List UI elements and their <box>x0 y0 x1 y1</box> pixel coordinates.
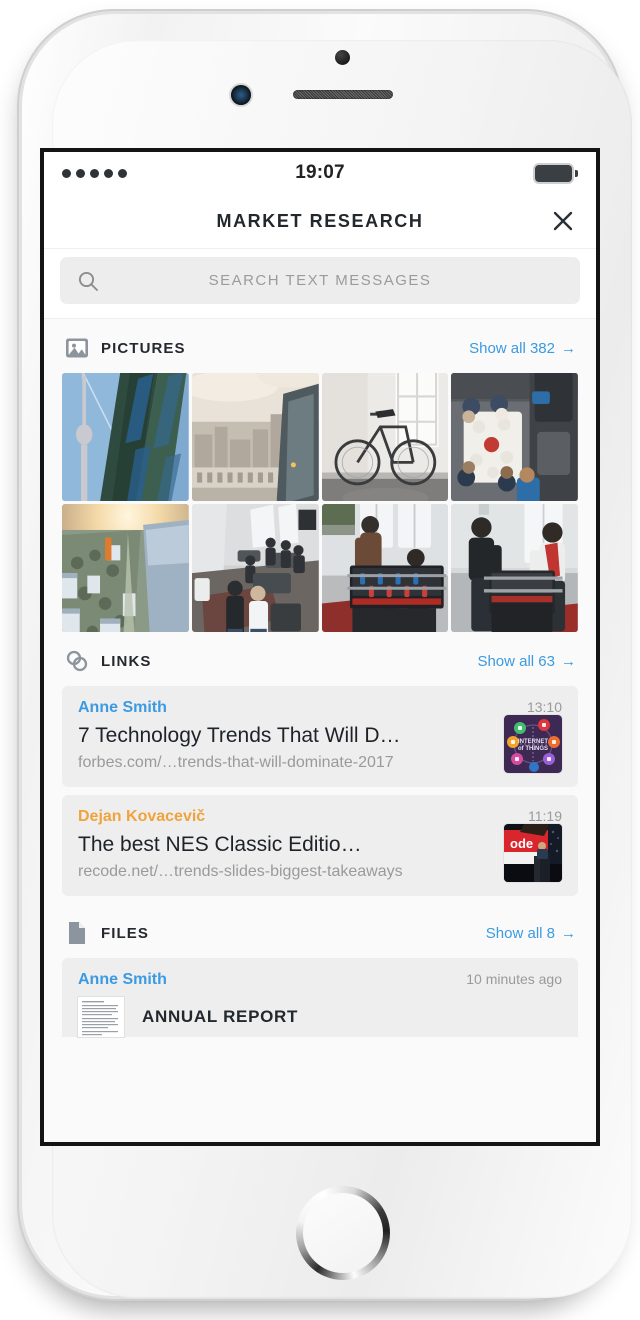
links-section-title: LINKS <box>101 652 152 670</box>
files-section-header: FILES Show all 8 → <box>44 904 596 958</box>
photo-thumbnail[interactable] <box>451 373 578 501</box>
status-bar-time: 19:07 <box>295 162 345 183</box>
files-section-title: FILES <box>101 924 150 942</box>
file-name: ANNUAL REPORT <box>142 1007 299 1026</box>
search-input[interactable]: SEARCH TEXT MESSAGES <box>60 257 580 304</box>
pictures-section-header: PICTURES Show all 382 → <box>44 319 596 373</box>
search-placeholder: SEARCH TEXT MESSAGES <box>208 272 432 289</box>
links-section-header: LINKS Show all 63 → <box>44 632 596 686</box>
recode-conference-stage-image: ode <box>504 824 562 882</box>
photo-thumbnail[interactable] <box>62 373 189 501</box>
photo-thumbnail[interactable] <box>62 504 189 632</box>
title-bar: MARKET RESEARCH <box>44 194 596 249</box>
foosball-players-office-image <box>451 504 578 632</box>
close-button[interactable] <box>546 204 580 238</box>
photo-thumbnail[interactable] <box>191 504 319 632</box>
file-sender-name: Anne Smith <box>78 971 167 988</box>
tv-tower-glass-facade-image <box>62 373 189 501</box>
link-thumbnail[interactable]: INTERNET of THINGS <box>504 715 562 773</box>
svg-text:ode: ode <box>510 836 533 851</box>
pictures-show-all-link[interactable]: Show all 382 → <box>469 340 576 357</box>
file-row: ANNUAL REPORT <box>78 997 562 1037</box>
earpiece-speaker-icon <box>293 90 393 99</box>
link-sender-name: Anne Smith <box>78 699 167 716</box>
home-button-inner <box>303 1193 383 1273</box>
front-camera-icon <box>231 85 251 105</box>
link-url: recode.net/…trends-slides-biggest-takeaw… <box>78 863 403 880</box>
link-card-header: Anne Smith 13:10 <box>78 699 562 717</box>
arrow-right-icon: → <box>561 339 576 357</box>
link-timestamp: 13:10 <box>526 699 562 715</box>
aerial-sunset-city-image <box>62 504 189 632</box>
link-title: 7 Technology Trends That Will D… <box>78 724 401 747</box>
picture-grid <box>44 373 596 632</box>
link-icon-container <box>64 648 90 674</box>
pictures-show-all-label: Show all 382 <box>469 339 555 357</box>
link-card[interactable]: Dejan Kovacevič 11:19 The best NES Class… <box>62 795 578 896</box>
picture-icon-container <box>64 335 90 361</box>
home-button[interactable] <box>296 1186 390 1280</box>
photo-thumbnail[interactable] <box>451 504 578 632</box>
foosball-players-two-image <box>321 504 449 632</box>
phone-screen: 19:07 MARKET RESEARCH SEARCH TEXT MESSAG… <box>44 152 596 1142</box>
close-icon <box>553 211 573 231</box>
links-show-all-label: Show all 63 <box>477 652 555 670</box>
photo-thumbnail[interactable] <box>191 373 319 501</box>
search-area: SEARCH TEXT MESSAGES <box>44 249 596 319</box>
link-sender-name: Dejan Kovacevič <box>78 808 206 825</box>
file-thumbnail[interactable] <box>78 997 124 1037</box>
internet-of-things-graphic-image: INTERNET of THINGS <box>504 715 562 773</box>
svg-text:of THINGS: of THINGS <box>518 746 548 752</box>
proximity-sensor-icon <box>335 50 350 65</box>
picture-icon <box>66 338 88 358</box>
file-icon <box>69 922 85 944</box>
office-interior-people-image <box>191 504 319 632</box>
link-card[interactable]: Anne Smith 13:10 7 Technology Trends Tha… <box>62 686 578 787</box>
photo-thumbnail[interactable] <box>321 373 449 501</box>
links-show-all-link[interactable]: Show all 63 → <box>477 653 576 670</box>
files-show-all-label: Show all 8 <box>485 924 555 942</box>
link-url: forbes.com/…trends-that-will-dominate-20… <box>78 754 394 771</box>
svg-text:INTERNET: INTERNET <box>518 739 548 745</box>
overhead-dinner-table-image <box>451 373 578 501</box>
city-rooftop-view-image <box>191 373 319 501</box>
link-thumbnail[interactable]: ode <box>504 824 562 882</box>
file-icon-container <box>64 920 90 946</box>
file-timestamp: 10 minutes ago <box>466 971 562 987</box>
bicycle-in-room-image <box>321 373 449 501</box>
pictures-section-title: PICTURES <box>101 339 186 357</box>
arrow-right-icon: → <box>561 652 576 670</box>
file-card[interactable]: Anne Smith 10 minutes ago ANNUAL REPORT <box>62 958 578 1037</box>
document-page-thumbnail-image <box>78 997 124 1037</box>
link-title: The best NES Classic Editio… <box>78 833 362 856</box>
page-title: MARKET RESEARCH <box>216 210 424 231</box>
link-icon <box>66 650 88 672</box>
photo-thumbnail[interactable] <box>321 504 449 632</box>
link-card-header: Dejan Kovacevič 11:19 <box>78 808 562 826</box>
file-card-header: Anne Smith 10 minutes ago <box>78 971 562 989</box>
files-show-all-link[interactable]: Show all 8 → <box>486 925 576 942</box>
status-bar: 19:07 <box>44 152 596 194</box>
arrow-right-icon: → <box>561 924 576 942</box>
link-timestamp: 11:19 <box>528 808 562 824</box>
